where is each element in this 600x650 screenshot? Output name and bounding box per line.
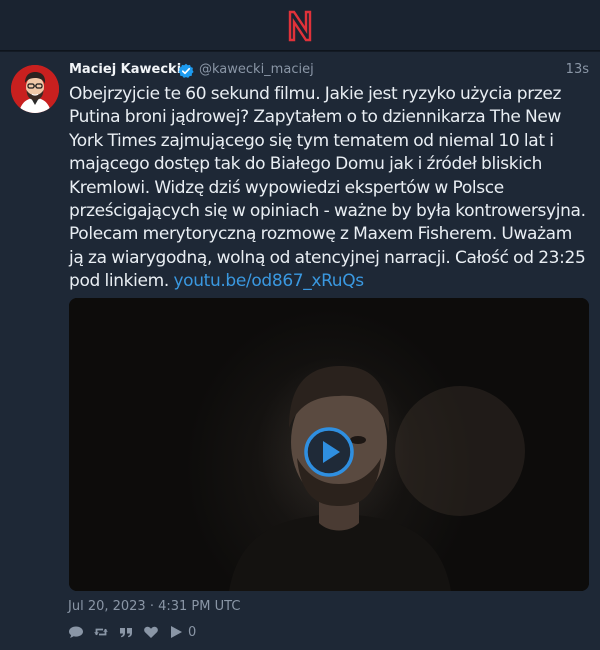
play-button-icon[interactable] [304,427,354,477]
comment-icon[interactable] [68,624,84,640]
avatar[interactable] [11,65,59,113]
play-count: 0 [188,624,197,640]
video-player[interactable] [69,298,589,591]
tweet-timestamp[interactable]: 13s [566,62,589,77]
verified-badge-icon [178,63,194,79]
author-fullname[interactable]: Maciej Kawecki [69,62,181,77]
home-logo[interactable] [286,10,314,42]
top-bar [0,0,600,51]
tweet-link[interactable]: youtu.be/od867_xRuQs [173,271,364,291]
quote-icon[interactable] [118,624,134,640]
avatar-portrait-icon [11,65,59,113]
author-username[interactable]: @kawecki_maciej [199,62,314,77]
tweet-stats: 0 [68,624,196,640]
tweet[interactable]: Maciej Kawecki @kawecki_maciej 13s Obejr… [0,52,600,650]
tweet-text-content: Obejrzyjcie te 60 sekund filmu. Jakie je… [69,84,586,292]
play-icon [168,624,184,640]
nitter-logo-icon [288,10,312,42]
heart-icon[interactable] [143,624,159,640]
tweet-text: Obejrzyjcie te 60 sekund filmu. Jakie je… [69,83,589,294]
tweet-date[interactable]: Jul 20, 2023 · 4:31 PM UTC [68,599,240,614]
retweet-icon[interactable] [93,624,109,640]
app: Maciej Kawecki @kawecki_maciej 13s Obejr… [0,0,600,650]
